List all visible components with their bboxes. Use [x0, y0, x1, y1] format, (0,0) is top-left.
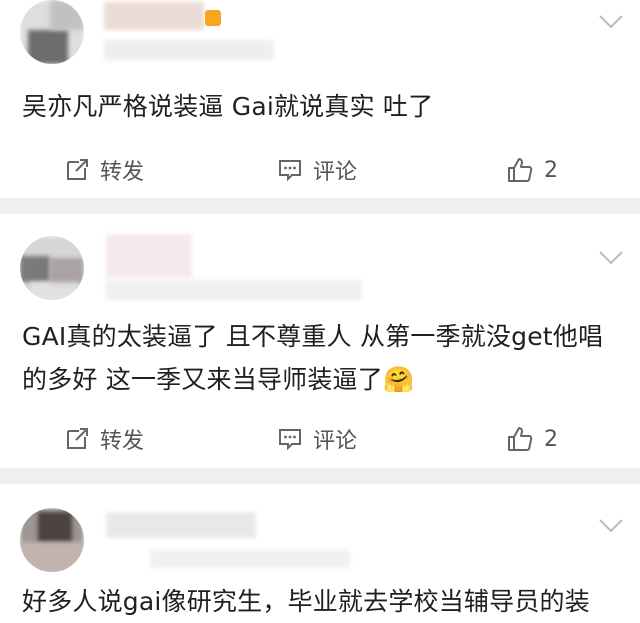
- repost-icon: [67, 428, 88, 449]
- repost-button[interactable]: 转发: [64, 150, 144, 190]
- comment-label: 评论: [313, 429, 358, 454]
- avatar[interactable]: [20, 508, 84, 572]
- action-bar: 转发 评论 2: [0, 419, 640, 459]
- comment-icon: [279, 160, 301, 182]
- chevron-down-icon[interactable]: [598, 518, 624, 534]
- comment-card-2: GAI真的太装逼了 且不尊重人 从第一季就没get他唱的多好 这一季又来当导师装…: [0, 214, 640, 468]
- comment-text: 好多人说gai像研究生，毕业就去学校当辅导员的装: [22, 587, 590, 616]
- comment-card-3: 好多人说gai像研究生，毕业就去学校当辅导员的装: [0, 484, 640, 616]
- vip-badge-icon: [205, 10, 221, 26]
- meta-blurred: [104, 40, 274, 60]
- username-blurred[interactable]: [106, 512, 256, 538]
- comment-button[interactable]: 评论: [277, 419, 357, 459]
- username-blurred[interactable]: [106, 234, 192, 278]
- thumbs-up-icon: [508, 158, 533, 182]
- comment-card-1: 吴亦凡严格说装逼 Gai就说真实 吐了 转发 评论 2: [0, 0, 640, 198]
- comment-text: 吴亦凡严格说装逼 Gai就说真实 吐了: [22, 92, 434, 121]
- comment-text: GAI真的太装逼了 且不尊重人 从第一季就没get他唱的多好 这一季又来当导师装…: [22, 315, 610, 401]
- like-count: 2: [544, 157, 558, 183]
- action-bar: 转发 评论 2: [0, 150, 640, 190]
- repost-label: 转发: [100, 429, 145, 454]
- hug-emoji: 🤗: [382, 365, 415, 394]
- separator: [0, 468, 640, 484]
- like-button[interactable]: 2: [506, 419, 558, 459]
- meta-blurred: [106, 280, 362, 300]
- thumbs-up-icon: [508, 427, 533, 451]
- comment-button[interactable]: 评论: [277, 150, 357, 190]
- repost-label: 转发: [100, 160, 145, 185]
- chevron-down-icon[interactable]: [598, 14, 624, 30]
- comment-label: 评论: [313, 160, 358, 185]
- repost-icon: [67, 159, 88, 180]
- comment-icon: [279, 429, 301, 451]
- meta-blurred: [150, 550, 350, 568]
- separator: [0, 198, 640, 214]
- repost-button[interactable]: 转发: [64, 419, 144, 459]
- avatar[interactable]: [20, 0, 84, 64]
- avatar[interactable]: [20, 236, 84, 300]
- like-button[interactable]: 2: [506, 150, 558, 190]
- chevron-down-icon[interactable]: [598, 250, 624, 266]
- username-blurred[interactable]: [104, 2, 204, 30]
- comment-text-body: GAI真的太装逼了 且不尊重人 从第一季就没get他唱的多好 这一季又来当导师装…: [22, 322, 604, 394]
- like-count: 2: [544, 426, 558, 452]
